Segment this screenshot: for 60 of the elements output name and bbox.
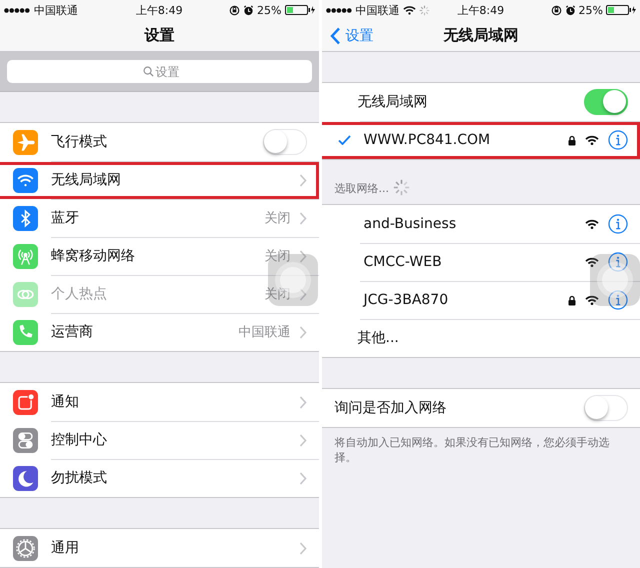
- battery-percent: 25%: [578, 4, 603, 16]
- row-value: 中国联通: [238, 324, 290, 341]
- chevron-icon: [298, 472, 306, 484]
- rotation-lock-icon: [229, 4, 240, 16]
- row-label: 飞行模式: [51, 133, 108, 151]
- alarm-icon: [243, 4, 254, 16]
- rotation-lock-icon: [550, 4, 562, 16]
- info-button[interactable]: [608, 214, 628, 234]
- status-time: 上午8:49: [136, 2, 183, 18]
- carrier-name: 中国联通: [34, 2, 78, 18]
- info-button[interactable]: [608, 130, 628, 150]
- section-header: 选取网络...: [334, 181, 389, 196]
- signal-icon: [326, 8, 352, 12]
- footer-note: 将自动加入已知网络。如果没有已知网络，您必须手动选择。: [334, 435, 610, 465]
- search-field[interactable]: 设置: [7, 60, 312, 83]
- battery-icon: [284, 5, 314, 15]
- alarm-icon: [564, 4, 576, 16]
- battery-percent: 25%: [257, 4, 282, 16]
- network-name[interactable]: and-Business: [360, 216, 576, 232]
- chevron-icon: [298, 396, 306, 408]
- row-label[interactable]: 控制中心: [51, 431, 290, 449]
- wifi-icon: [585, 295, 599, 305]
- row-value: 关闭: [264, 286, 290, 303]
- chevron-icon: [298, 542, 306, 554]
- battery-icon: [606, 5, 636, 15]
- row-value: 关闭: [264, 248, 290, 265]
- row-label: 询问是否加入网络: [334, 399, 448, 417]
- row-label[interactable]: 蓝牙: [51, 209, 256, 227]
- back-button[interactable]: 设置: [328, 25, 376, 47]
- chevron-icon: [298, 174, 306, 186]
- wifi-icon: [585, 219, 599, 229]
- network-name[interactable]: CMCC-WEB: [360, 254, 576, 270]
- row-label[interactable]: 无线局域网: [51, 171, 290, 189]
- search-icon: [143, 66, 154, 77]
- carrier-name: 中国联通: [356, 2, 400, 18]
- status-time: 上午8:49: [457, 2, 504, 18]
- row-value: 关闭: [264, 210, 290, 227]
- chevron-icon: [298, 326, 306, 338]
- signal-icon: [4, 8, 30, 12]
- network-name[interactable]: WWW.PC841.COM: [360, 132, 559, 148]
- screen-title: 设置: [144, 26, 174, 45]
- row-label: 无线局域网: [356, 93, 428, 111]
- row-label[interactable]: 其他...: [334, 329, 628, 347]
- chevron-icon: [298, 250, 306, 262]
- chevron-icon: [298, 212, 306, 224]
- assistive-touch-button[interactable]: [590, 254, 640, 306]
- chevron-icon: [298, 434, 306, 446]
- info-button[interactable]: [608, 252, 628, 272]
- row-label[interactable]: 蜂窝移动网络: [51, 247, 256, 265]
- row-label[interactable]: 通知: [51, 393, 290, 411]
- wifi-icon: [585, 257, 599, 267]
- row-label[interactable]: 运营商: [51, 323, 230, 341]
- wifi-icon: [585, 135, 599, 145]
- toggle-switch[interactable]: [584, 89, 628, 115]
- chevron-icon: [330, 27, 340, 45]
- row-label[interactable]: 勿扰模式: [51, 469, 290, 487]
- screen-title: 无线局域网: [443, 26, 518, 45]
- info-button[interactable]: [608, 290, 628, 310]
- chevron-icon: [298, 288, 306, 300]
- network-name[interactable]: JCG-3BA870: [360, 292, 559, 308]
